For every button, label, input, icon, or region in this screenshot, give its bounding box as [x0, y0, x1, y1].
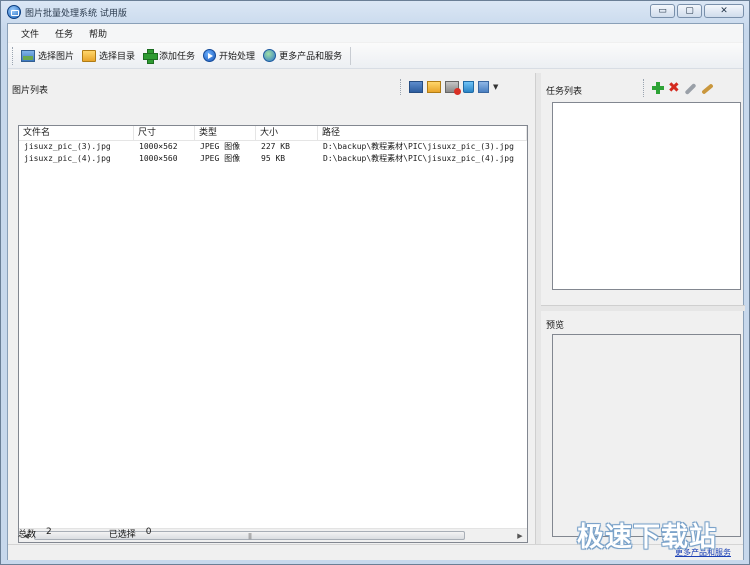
select-folder-label: 选择目录 [99, 52, 136, 62]
menu-bar: 文件 任务 帮助 [8, 24, 743, 42]
cell-size: 227 KB [261, 142, 290, 151]
image-list-view[interactable]: 文件名 尺寸 类型 大小 路径 jisuxz_pic_(3).jpg 1000×… [18, 125, 528, 543]
cell-dimensions: 1000×562 [139, 142, 178, 151]
select-images-label: 选择图片 [38, 52, 75, 62]
window-controls: ▭ ▢ ✕ [650, 4, 744, 20]
total-label: 总数 [18, 530, 37, 540]
start-process-button[interactable]: 开始处理 [199, 45, 259, 67]
start-process-label: 开始处理 [219, 52, 256, 62]
close-button[interactable]: ✕ [704, 4, 744, 18]
recycle-bin-icon[interactable] [463, 81, 474, 93]
list-status: 总数 2 已选择 0 [18, 527, 528, 541]
preview-area [552, 334, 741, 537]
menu-file[interactable]: 文件 [13, 27, 47, 40]
dropdown-arrow-icon[interactable]: ▼ [493, 83, 498, 91]
toolbar-separator [350, 46, 352, 65]
plus-icon [143, 49, 159, 64]
client-area: 文件 任务 帮助 选择图片 选择目录 添加任务 开始处理 更多产品和服务 图片列… [7, 23, 745, 560]
add-task-button[interactable]: 添加任务 [139, 45, 199, 67]
cell-path: D:\backup\教程素材\PIC\jisuxz_pic_(3).jpg [323, 142, 514, 151]
total-count: 总数 2 [18, 527, 52, 541]
selected-value: 0 [145, 527, 152, 537]
delete-task-icon[interactable]: ✖ [668, 81, 680, 95]
task-toolbar: ✖ [643, 79, 714, 97]
remove-image-icon[interactable] [445, 81, 461, 95]
view-thumbnails-icon[interactable] [409, 81, 423, 93]
minimize-button[interactable]: ▭ [650, 4, 675, 18]
column-header-size[interactable]: 大小 [256, 126, 318, 140]
selected-label: 已选择 [108, 530, 136, 540]
folder-icon [82, 49, 97, 62]
play-icon [203, 49, 217, 62]
globe-icon [263, 49, 277, 62]
column-header-filename[interactable]: 文件名 [19, 126, 134, 140]
task-panel: 任务列表 ✖ [541, 73, 745, 305]
select-folder-button[interactable]: 选择目录 [78, 45, 139, 67]
watermark-text: 极速下载站 [577, 522, 717, 553]
select-images-button[interactable]: 选择图片 [17, 45, 78, 67]
cell-type: JPEG 图像 [200, 154, 241, 163]
add-task-icon[interactable] [652, 82, 664, 94]
list-toolbar-grip[interactable] [400, 79, 403, 95]
cell-dimensions: 1000×560 [139, 154, 178, 163]
picture-icon [21, 49, 35, 62]
bookmark-icon[interactable] [478, 81, 489, 93]
image-list-title: 图片列表 [12, 86, 49, 96]
preview-title: 预览 [546, 321, 565, 331]
task-toolbar-grip[interactable] [643, 79, 646, 97]
list-header: 文件名 尺寸 类型 大小 路径 [19, 126, 527, 141]
menu-help[interactable]: 帮助 [81, 27, 115, 40]
cell-filename: jisuxz_pic_(3).jpg [24, 142, 111, 151]
image-list-toolbar: ▼ [400, 79, 498, 95]
selected-count: 已选择 0 [109, 527, 152, 541]
cell-filename: jisuxz_pic_(4).jpg [24, 154, 111, 163]
title-bar: 图片批量处理系统 试用版 ▭ ▢ ✕ [1, 1, 749, 23]
task-list-title: 任务列表 [546, 87, 583, 97]
cell-path: D:\backup\教程素材\PIC\jisuxz_pic_(4).jpg [323, 154, 514, 163]
more-products-label: 更多产品和服务 [279, 52, 343, 62]
cell-type: JPEG 图像 [200, 142, 241, 151]
clear-tasks-icon[interactable] [700, 83, 714, 95]
app-window: 图片批量处理系统 试用版 ▭ ▢ ✕ 文件 任务 帮助 选择图片 选择目录 添加… [0, 0, 750, 565]
total-value: 2 [46, 527, 52, 537]
add-task-label: 添加任务 [159, 52, 196, 62]
image-list-panel: 图片列表 ▼ 文件名 尺寸 类型 大小 路径 jisuxz_pic_(3).jp… [8, 73, 535, 543]
edit-task-icon[interactable] [684, 82, 697, 96]
table-row[interactable]: jisuxz_pic_(3).jpg 1000×562 JPEG 图像 227 … [19, 141, 527, 153]
column-header-dimensions[interactable]: 尺寸 [134, 126, 195, 140]
app-logo-icon [7, 5, 21, 19]
main-toolbar: 选择图片 选择目录 添加任务 开始处理 更多产品和服务 [8, 43, 743, 69]
restore-button[interactable]: ▢ [677, 4, 702, 18]
toolbar-grip[interactable] [12, 46, 15, 65]
cell-size: 95 KB [261, 154, 286, 163]
table-row[interactable]: jisuxz_pic_(4).jpg 1000×560 JPEG 图像 95 K… [19, 153, 527, 165]
task-list-box[interactable] [552, 102, 741, 290]
more-products-button[interactable]: 更多产品和服务 [259, 45, 346, 67]
menu-task[interactable]: 任务 [47, 27, 81, 40]
window-title: 图片批量处理系统 试用版 [25, 9, 127, 19]
column-header-path[interactable]: 路径 [318, 126, 527, 140]
open-folder-icon[interactable] [427, 81, 441, 93]
preview-panel: 预览 [541, 311, 745, 545]
column-header-type[interactable]: 类型 [195, 126, 256, 140]
